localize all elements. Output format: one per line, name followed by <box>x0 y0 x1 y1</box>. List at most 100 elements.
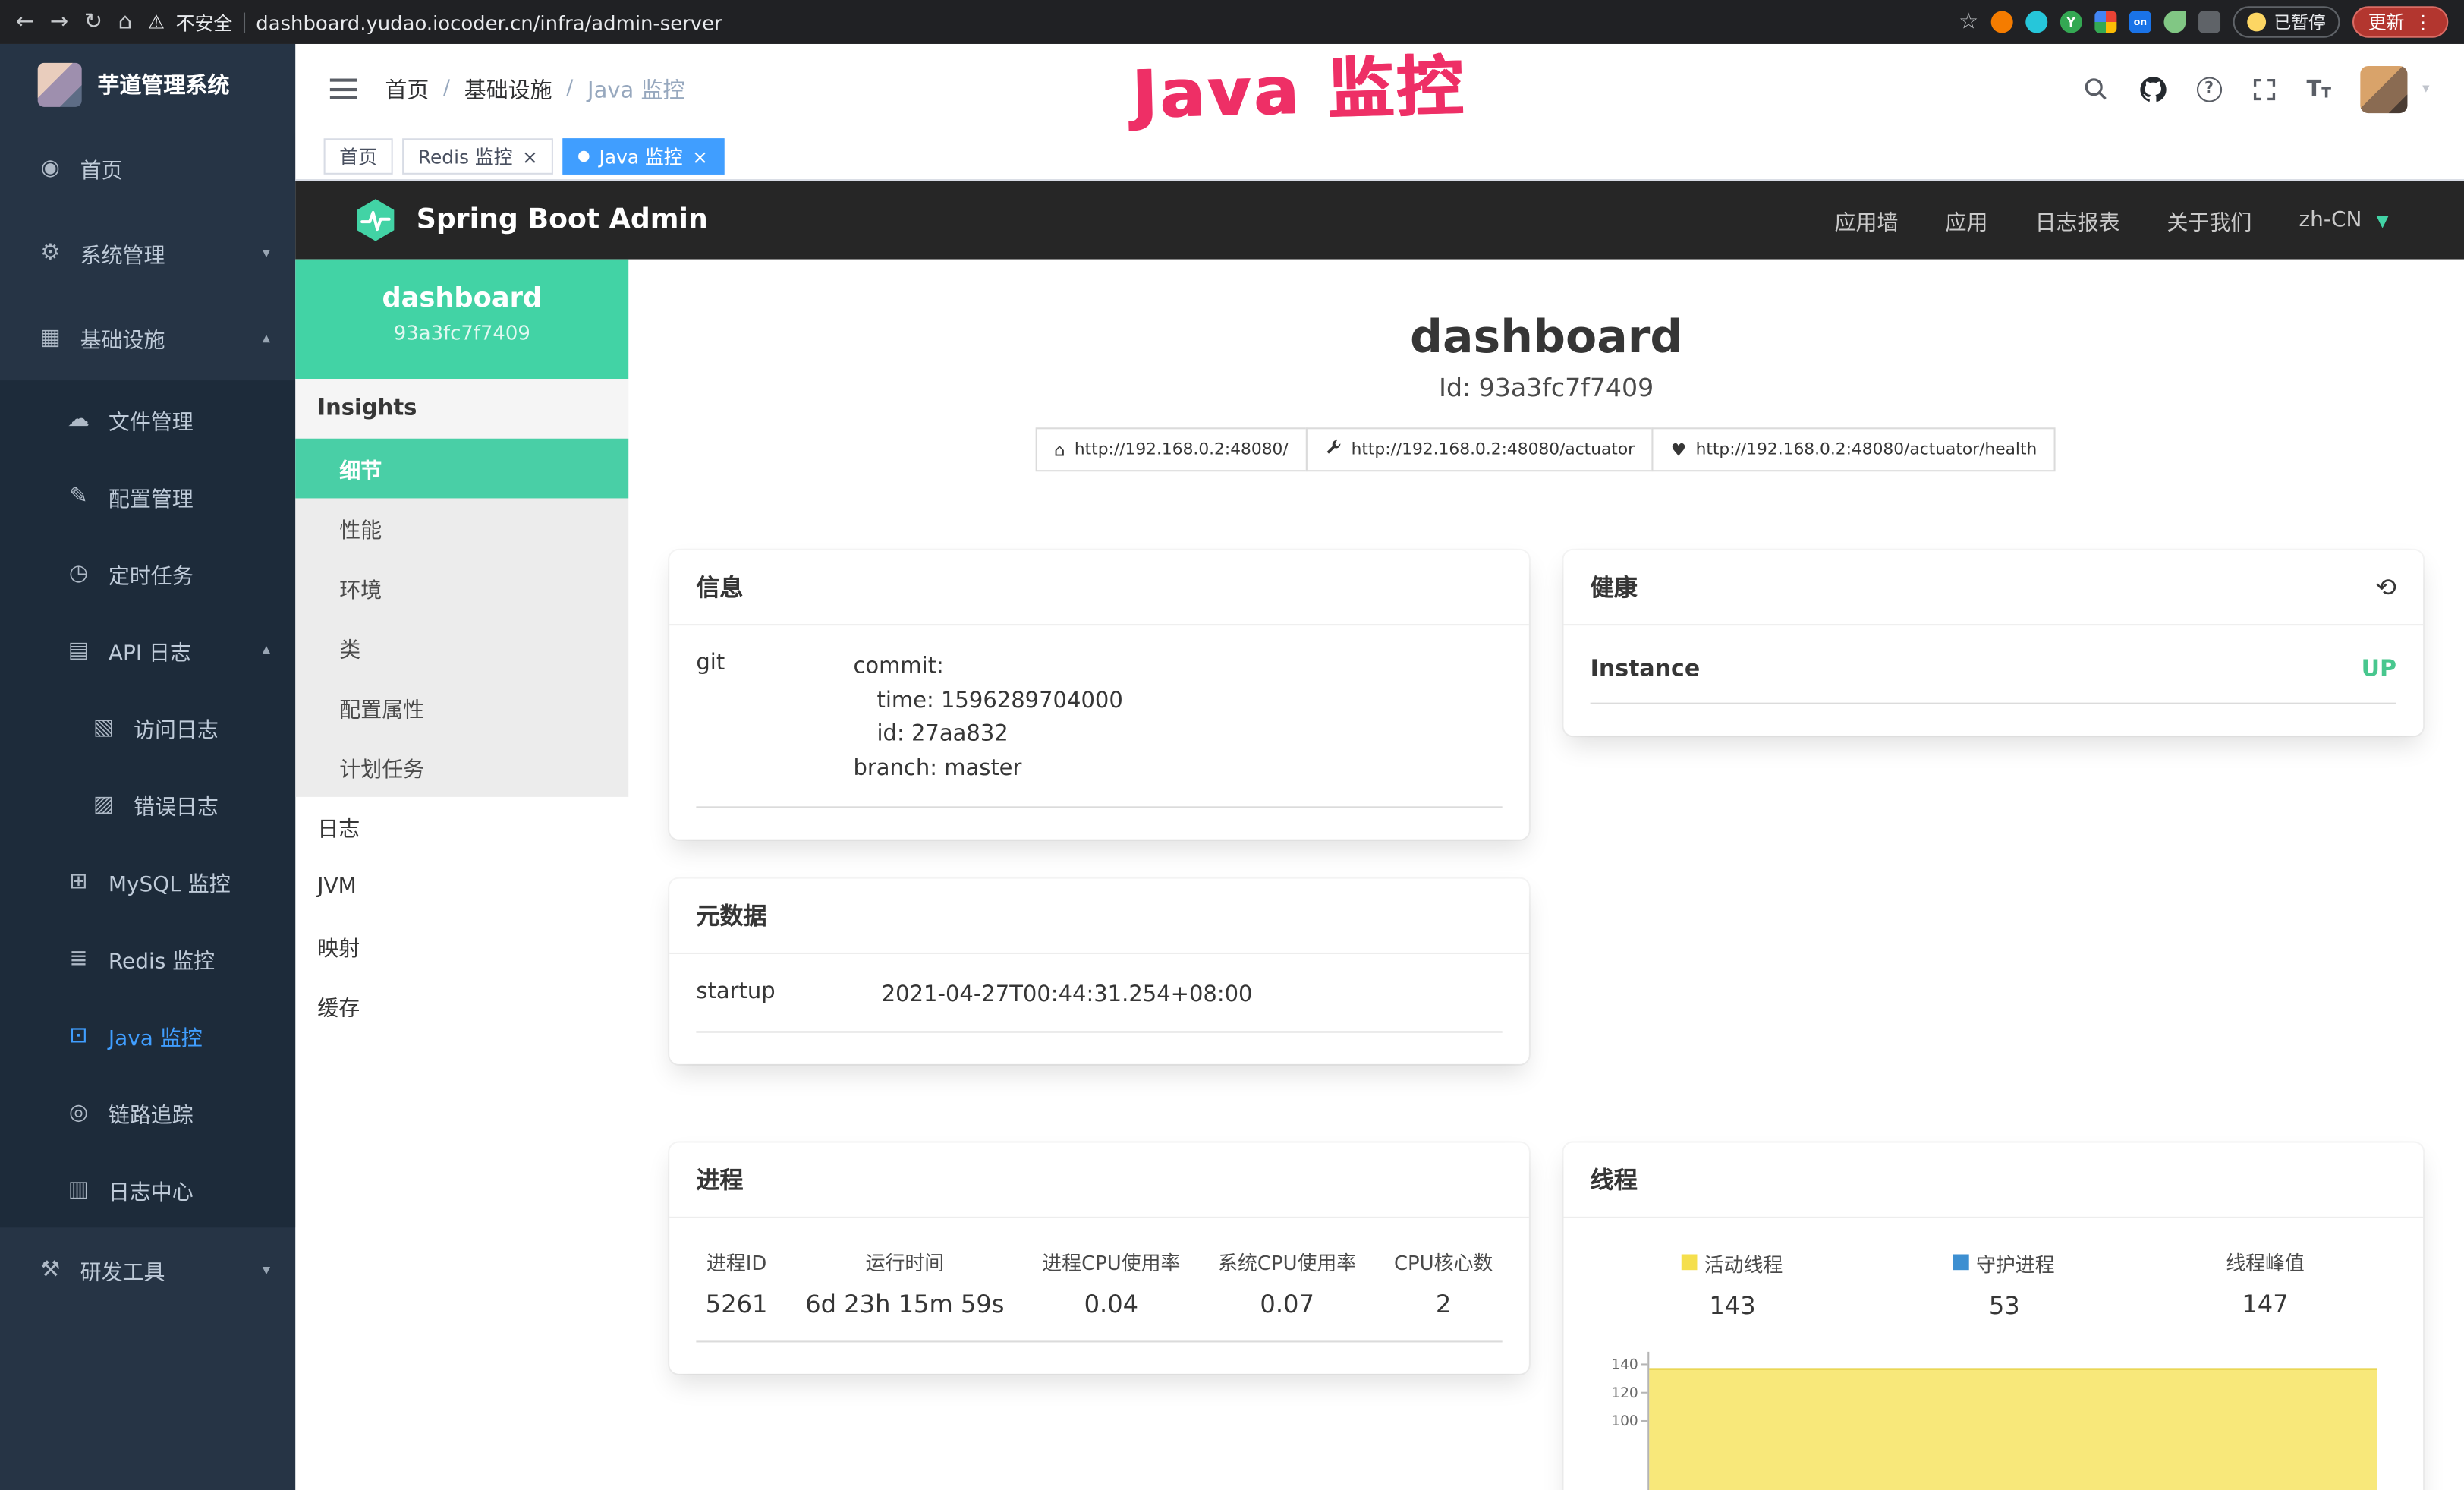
sidebar-item-label: 配置管理 <box>109 480 194 512</box>
sba-menu-environment[interactable]: 环境 <box>295 558 628 618</box>
sba-menu-config-props[interactable]: 配置属性 <box>295 678 628 738</box>
breadcrumb-separator: / <box>566 77 573 100</box>
browser-menu-kebab-icon[interactable]: ⋮ <box>2414 11 2433 33</box>
access-log-icon: ▧ <box>91 714 116 739</box>
tab-label: 首页 <box>339 143 377 169</box>
breadcrumb-home[interactable]: 首页 <box>385 73 429 104</box>
sidebar-item-config-manage[interactable]: ✎ 配置管理 <box>0 458 295 534</box>
health-instance-row: Instance UP <box>1591 657 2396 704</box>
sidebar-item-access-logs[interactable]: ▧ 访问日志 <box>0 688 295 765</box>
sidebar-item-file-manage[interactable]: ☁ 文件管理 <box>0 380 295 457</box>
stat-value: 0.04 <box>1042 1291 1180 1319</box>
sba-locale-select[interactable]: zh-CN ▼ <box>2299 207 2388 232</box>
link-label: http://192.168.0.2:48080/ <box>1075 440 1289 459</box>
sidebar-item-trace[interactable]: ◎ 链路追踪 <box>0 1073 295 1150</box>
trace-icon: ◎ <box>66 1100 91 1125</box>
extension-icon-4[interactable] <box>2094 11 2116 33</box>
error-log-icon: ▨ <box>91 792 116 817</box>
sba-menu-scheduled-tasks[interactable]: 计划任务 <box>295 737 628 797</box>
sba-menu-jvm[interactable]: JVM <box>295 857 628 917</box>
address-bar[interactable]: ⚠ 不安全 dashboard.yudao.iocoder.cn/infra/a… <box>148 8 1943 35</box>
legend-value: 143 <box>1682 1292 1783 1320</box>
info-card: 信息 git commit: time: 1596289704000 id: 2… <box>669 550 1529 840</box>
search-icon[interactable] <box>2082 75 2108 102</box>
sidebar-item-label: 定时任务 <box>109 557 194 588</box>
breadcrumb: 首页 / 基础设施 / Java 监控 <box>385 73 684 104</box>
chevron-up-icon: ▴ <box>263 329 270 347</box>
process-stat: CPU核心数 2 <box>1394 1247 1493 1319</box>
sidebar-item-label: 首页 <box>80 153 123 184</box>
extension-icon-3[interactable]: Y <box>2060 11 2082 33</box>
sidebar-item-infrastructure[interactable]: ▦ 基础设施 ▴ <box>0 295 295 380</box>
sidebar-item-log-center[interactable]: ▥ 日志中心 <box>0 1151 295 1227</box>
leaf-extension-icon[interactable] <box>2163 11 2186 33</box>
legend-label-text: 守护进程 <box>1976 1248 2055 1277</box>
extension-icon-2[interactable] <box>2025 11 2047 33</box>
security-label[interactable]: 不安全 <box>176 8 233 35</box>
sba-nav-about[interactable]: 关于我们 <box>2167 204 2252 235</box>
sba-menu-insights[interactable]: Insights <box>295 379 628 439</box>
sidebar-item-dev-tools[interactable]: ⚒ 研发工具 ▾ <box>0 1227 295 1312</box>
sidebar-item-home[interactable]: ◉ 首页 <box>0 126 295 211</box>
sba-nav-journal[interactable]: 日志报表 <box>2035 204 2120 235</box>
sba-menu-caches[interactable]: 缓存 <box>295 976 628 1036</box>
breadcrumb-infrastructure[interactable]: 基础设施 <box>464 73 552 104</box>
sidebar-item-mysql-monitor[interactable]: ⊞ MySQL 监控 <box>0 843 295 919</box>
url-text[interactable]: dashboard.yudao.iocoder.cn/infra/admin-s… <box>256 10 722 33</box>
forward-icon[interactable]: → <box>50 11 68 33</box>
sba-brand-title[interactable]: Spring Boot Admin <box>417 204 708 235</box>
close-icon[interactable]: × <box>522 147 538 166</box>
instance-id: 93a3fc7f7409 <box>295 320 628 344</box>
fullscreen-icon[interactable] <box>2252 76 2277 101</box>
sba-menu-details[interactable]: 细节 <box>295 439 628 499</box>
sba-nav-applications[interactable]: 应用 <box>1946 204 1988 235</box>
extension-icon-5[interactable] <box>2198 11 2220 33</box>
browser-home-icon[interactable]: ⌂ <box>118 11 132 33</box>
health-url-link[interactable]: ♥ http://192.168.0.2:48080/actuator/heal… <box>1652 427 2056 471</box>
info-key: git <box>696 650 853 787</box>
sidebar-item-redis-monitor[interactable]: ≣ Redis 监控 <box>0 919 295 996</box>
help-icon[interactable]: ? <box>2196 76 2221 101</box>
tab-java-monitor[interactable]: Java 监控 × <box>563 138 724 175</box>
sba-menu-logs[interactable]: 日志 <box>295 797 628 857</box>
close-icon[interactable]: × <box>692 147 708 166</box>
process-card: 进程 进程ID 5261 运行时间 <box>669 1143 1529 1374</box>
stat-label: CPU核心数 <box>1394 1247 1493 1277</box>
sidebar-item-scheduled-tasks[interactable]: ◷ 定时任务 <box>0 534 295 611</box>
avatar-caret-icon: ▾ <box>2422 81 2429 97</box>
extension-icon-on[interactable]: on <box>2129 11 2151 33</box>
sidebar-collapse-icon[interactable] <box>330 79 357 99</box>
user-avatar[interactable] <box>2361 65 2408 112</box>
sidebar-item-error-logs[interactable]: ▨ 错误日志 <box>0 765 295 842</box>
history-icon[interactable]: ⟲ <box>2375 575 2396 600</box>
font-size-icon[interactable]: TT <box>2306 76 2331 101</box>
service-url-link[interactable]: ⌂ http://192.168.0.2:48080/ <box>1035 427 1307 471</box>
reload-icon[interactable]: ↻ <box>84 11 102 33</box>
document-icon: ▤ <box>66 638 91 663</box>
bookmark-star-icon[interactable]: ☆ <box>1959 11 1978 33</box>
sba-menu-classes[interactable]: 类 <box>295 618 628 678</box>
sba-instance-header[interactable]: dashboard 93a3fc7f7409 <box>295 260 628 379</box>
sidebar-item-system[interactable]: ⚙ 系统管理 ▾ <box>0 210 295 295</box>
app-logo-row[interactable]: 芋道管理系统 <box>0 44 295 126</box>
app-title: 芋道管理系统 <box>97 69 229 100</box>
back-icon[interactable]: ← <box>16 11 34 33</box>
extension-icon-1[interactable] <box>1991 11 2013 33</box>
sidebar-item-java-monitor[interactable]: ⊡ Java 监控 <box>0 997 295 1073</box>
status-badge: UP <box>2362 657 2396 682</box>
sba-nav-wall[interactable]: 应用墙 <box>1835 204 1899 235</box>
tab-redis-monitor[interactable]: Redis 监控 × <box>402 138 553 175</box>
sba-menu-metrics[interactable]: 性能 <box>295 498 628 558</box>
sba-menu-mappings[interactable]: 映射 <box>295 916 628 976</box>
sidebar-item-api-logs[interactable]: ▤ API 日志 ▴ <box>0 612 295 688</box>
stat-label: 进程ID <box>706 1247 768 1277</box>
github-icon[interactable] <box>2138 74 2167 102</box>
metadata-value: 2021-04-27T00:44:31.254+08:00 <box>882 979 1253 1013</box>
tag-view-bar: 首页 Redis 监控 × Java 监控 × <box>295 134 2464 181</box>
chrome-update-button[interactable]: 更新 ⋮ <box>2352 6 2448 37</box>
legend-item: 守护进程 53 <box>1954 1247 2055 1320</box>
actuator-url-link[interactable]: http://192.168.0.2:48080/actuator <box>1306 427 1654 471</box>
tab-home[interactable]: 首页 <box>324 138 393 175</box>
url-divider <box>244 12 245 33</box>
profile-paused-chip[interactable]: 已暂停 <box>2233 6 2340 37</box>
